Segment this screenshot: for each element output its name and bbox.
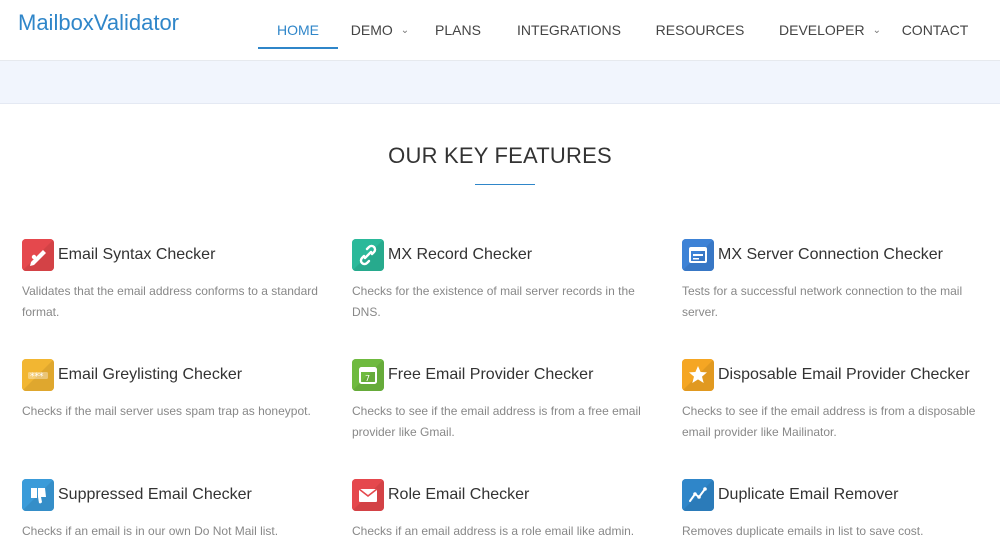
feature-card: 7 Free Email Provider Checker Checks to se… bbox=[352, 359, 662, 443]
feature-header: Duplicate Email Remover bbox=[682, 479, 992, 511]
nav-resources-label: RESOURCES bbox=[655, 22, 745, 38]
feature-header: Email Syntax Checker bbox=[22, 239, 332, 271]
logo-icon: MailboxValidator bbox=[18, 10, 179, 35]
feature-description: Tests for a successful network connectio… bbox=[682, 284, 963, 319]
logo-text: MailboxValidator bbox=[18, 10, 179, 35]
feature-description: Checks if an email is in our own Do Not … bbox=[22, 524, 279, 538]
chart-icon bbox=[682, 479, 714, 511]
feature-description: Checks for the existence of mail server … bbox=[352, 284, 635, 319]
feature-description: Checks to see if the email address is fr… bbox=[352, 404, 641, 439]
top-navbar: MailboxValidator HOME DEMO ⌄ PLANS INTEG… bbox=[0, 0, 1000, 61]
title-divider bbox=[475, 184, 535, 185]
star-icon bbox=[682, 359, 714, 391]
nav-active-underline bbox=[258, 47, 338, 49]
nav-plans[interactable]: PLANS bbox=[430, 0, 486, 60]
feature-card: Duplicate Email Remover Removes duplicate… bbox=[682, 479, 992, 542]
nav-plans-label: PLANS bbox=[435, 22, 481, 38]
feature-header: 7 Free Email Provider Checker bbox=[352, 359, 662, 391]
nav-developer[interactable]: DEVELOPER ⌄ bbox=[778, 0, 882, 60]
feature-card: MX Record Checker Checks for the existenc… bbox=[352, 239, 662, 323]
envelope-icon bbox=[352, 479, 384, 511]
feature-header: Suppressed Email Checker bbox=[22, 479, 332, 511]
feature-card: Disposable Email Provider Checker Checks … bbox=[682, 359, 992, 443]
nav-demo-label: DEMO bbox=[350, 22, 393, 38]
feature-header: MX Server Connection Checker bbox=[682, 239, 992, 271]
feature-title: MX Server Connection Checker bbox=[718, 246, 943, 263]
calendar-icon: 7 bbox=[352, 359, 384, 391]
feature-header: MX Record Checker bbox=[352, 239, 662, 271]
feature-header: *** Email Greylisting Checker bbox=[22, 359, 332, 391]
feature-title: Free Email Provider Checker bbox=[388, 366, 594, 383]
svg-text:***: *** bbox=[30, 372, 44, 382]
nav-home-label: HOME bbox=[277, 22, 319, 38]
pen-icon bbox=[22, 239, 54, 271]
feature-title: MX Record Checker bbox=[388, 246, 533, 263]
section-title: OUR KEY FEATURES bbox=[388, 143, 612, 168]
chevron-down-icon: ⌄ bbox=[872, 24, 881, 36]
nav-home[interactable]: HOME bbox=[258, 0, 338, 60]
feature-description: Validates that the email address conform… bbox=[22, 284, 318, 319]
feature-card: *** Email Greylisting Checker Checks if th… bbox=[22, 359, 332, 422]
nav-contact[interactable]: CONTACT bbox=[898, 0, 972, 60]
window-icon bbox=[682, 239, 714, 271]
feature-title: Role Email Checker bbox=[388, 486, 530, 503]
nav-integrations[interactable]: INTEGRATIONS bbox=[515, 0, 623, 60]
feature-description: Checks to see if the email address is fr… bbox=[682, 404, 976, 439]
feature-description: Checks if an email address is a role ema… bbox=[352, 524, 635, 538]
feature-header: Role Email Checker bbox=[352, 479, 662, 511]
nav-demo[interactable]: DEMO ⌄ bbox=[350, 0, 410, 60]
feature-title: Disposable Email Provider Checker bbox=[718, 366, 970, 383]
link-icon bbox=[352, 239, 384, 271]
feature-title: Email Syntax Checker bbox=[58, 246, 216, 263]
svg-text:7: 7 bbox=[365, 374, 370, 383]
hero-banner bbox=[0, 61, 1000, 104]
nav-developer-label: DEVELOPER bbox=[779, 22, 865, 38]
feature-card: MX Server Connection Checker Tests for a … bbox=[682, 239, 992, 323]
nav-resources[interactable]: RESOURCES bbox=[652, 0, 748, 60]
feature-header: Disposable Email Provider Checker bbox=[682, 359, 992, 391]
brand-logo[interactable]: MailboxValidator bbox=[18, 8, 198, 36]
feature-title: Suppressed Email Checker bbox=[58, 486, 252, 503]
chevron-down-icon: ⌄ bbox=[400, 24, 410, 36]
password-icon: *** bbox=[22, 359, 54, 391]
feature-title: Duplicate Email Remover bbox=[718, 486, 899, 503]
feature-title: Email Greylisting Checker bbox=[58, 366, 243, 383]
nav-integrations-label: INTEGRATIONS bbox=[517, 22, 621, 38]
feature-card: Email Syntax Checker Validates that the e… bbox=[22, 239, 332, 323]
feature-description: Removes duplicate emails in list to save… bbox=[682, 524, 924, 538]
thumbs-down-icon bbox=[22, 479, 54, 511]
feature-card: Suppressed Email Checker Checks if an ema… bbox=[22, 479, 332, 542]
nav-contact-label: CONTACT bbox=[901, 22, 969, 38]
feature-card: Role Email Checker Checks if an email add… bbox=[352, 479, 662, 542]
feature-description: Checks if the mail server uses spam trap… bbox=[22, 404, 311, 418]
